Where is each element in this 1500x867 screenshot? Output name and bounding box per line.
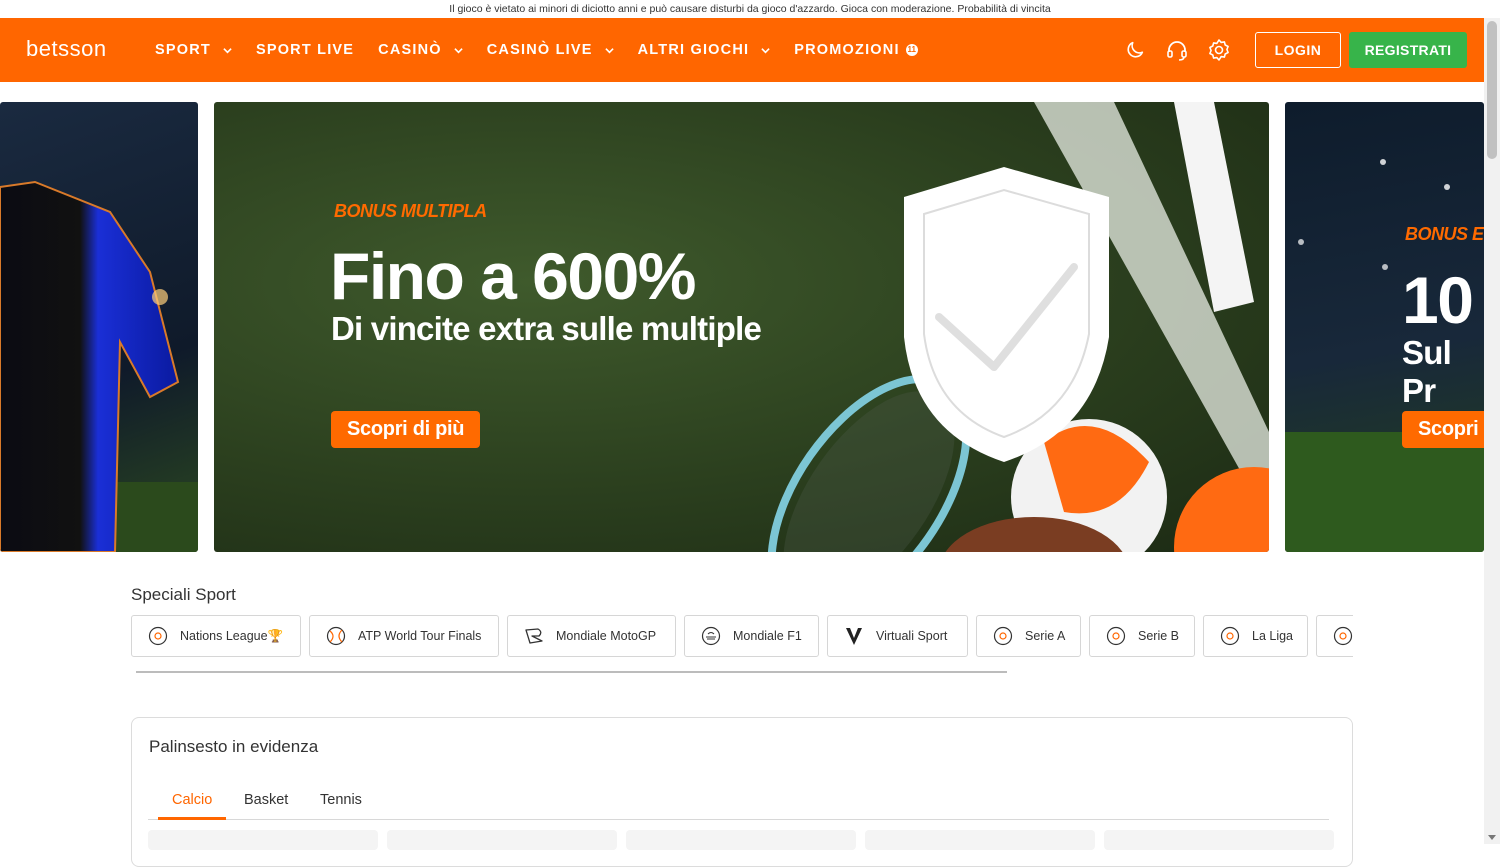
chip-label: Nations League🏆 [180,628,284,643]
football-icon [993,626,1013,646]
event-card[interactable] [626,830,856,850]
chip-nations-league[interactable]: Nations League🏆 [131,615,301,657]
nav-casino-live[interactable]: CASINÒ LIVE [487,42,614,58]
nav-casino-label: CASINÒ [378,42,442,58]
chevron-down-icon [604,47,614,53]
palinsesto-card: Palinsesto in evidenza Calcio Basket Ten… [131,717,1353,867]
nav-promozioni[interactable]: PROMOZIONI 11 [794,42,918,58]
chevron-down-icon [761,47,770,53]
event-card[interactable] [148,830,378,850]
chevron-down-icon [454,47,463,53]
settings-icon[interactable] [1204,35,1234,65]
hero-next-headline: 10 [1402,263,1474,337]
age-disclaimer-bar: Il gioco è vietato ai minori di diciotto… [0,0,1500,18]
chips-scroll-track[interactable] [136,671,1007,673]
nav-casino[interactable]: CASINÒ [378,42,463,58]
nav-casino-live-label: CASINÒ LIVE [486,42,593,58]
chevron-down-icon [223,47,232,53]
chip-mondiale-f1[interactable]: Mondiale F1 [684,615,819,657]
f1-icon [701,626,721,646]
sport-tabs: Calcio Basket Tennis [148,788,1329,820]
hero-next-subline: Sul Pr [1402,334,1452,409]
promo-count-badge: 11 [905,44,918,56]
hero-cta-button[interactable]: Scopri di più [331,411,481,448]
palinsesto-title: Palinsesto in evidenza [149,737,319,756]
chip-atp-world-tour-finals[interactable]: ATP World Tour Finals [309,615,499,657]
hero-headline: Fino a 600% [330,239,696,313]
hero-next-tag: BONUS E [1405,224,1484,244]
hero-next-cta-button[interactable]: Scopri [1402,411,1484,448]
headset-icon[interactable] [1162,35,1192,65]
speciali-sport-chips: Nations League🏆 ATP World Tour Finals Mo… [131,615,1353,657]
football-icon [148,626,168,646]
nav-sport[interactable]: SPORT [155,42,232,58]
hero-slide-next[interactable]: BONUS E 10 Sul Pr Scopri [1285,102,1484,552]
nav-promozioni-label: PROMOZIONI [794,42,900,58]
chip-label: Mondiale MotoGP [556,629,657,643]
speciali-sport-title: Speciali Sport [131,585,236,604]
chip-virtuali-sport[interactable]: Virtuali Sport [827,615,968,657]
football-icon [1106,626,1126,646]
chip-label: Mondiale F1 [733,629,802,643]
header-utility-icons [1120,35,1246,65]
chip-serie-b[interactable]: Serie B [1089,615,1195,657]
virtual-icon [846,628,862,645]
hero-slide-bonus-multipla[interactable]: BONUS MULTIPLA Fino a 600% Di vincite ex… [214,102,1269,552]
event-card[interactable] [387,830,617,850]
chip-label: Serie B [1138,629,1179,643]
football-icon [1333,626,1353,646]
nav-sport-live[interactable]: SPORT LIVE [256,42,354,58]
football-icon [1220,626,1240,646]
tab-basket[interactable]: Basket [244,792,288,820]
event-card[interactable] [865,830,1095,850]
nav-altri-giochi[interactable]: ALTRI GIOCHI [638,42,771,58]
scroll-thumb[interactable] [1487,21,1497,159]
nav-altri-giochi-label: ALTRI GIOCHI [637,42,750,58]
nav-sport-live-label: SPORT LIVE [255,42,355,58]
motorbike-icon [525,628,543,644]
scroll-down-arrow-icon[interactable] [1488,835,1496,840]
hero-slide-previous[interactable] [0,102,198,552]
chip-la-liga[interactable]: La Liga [1203,615,1308,657]
event-card[interactable] [1104,830,1334,850]
betsson-logo[interactable]: betsson [26,36,107,62]
hero-subline: Di vincite extra sulle multiple [331,310,762,347]
main-nav: SPORT SPORT LIVE CASINÒ CASINÒ LIVE ALTR… [155,18,942,82]
tab-tennis[interactable]: Tennis [320,792,362,820]
football-shirt-image [0,180,198,552]
tennis-icon [326,626,346,646]
hero-tag: BONUS MULTIPLA [334,201,487,221]
login-button[interactable]: LOGIN [1255,32,1341,68]
top-header: betsson SPORT SPORT LIVE CASINÒ CASINÒ L… [0,18,1484,82]
chip-label: Serie A [1025,629,1066,643]
tab-calcio[interactable]: Calcio [158,792,227,820]
nav-sport-label: SPORT [155,42,211,58]
chip-label: La Liga [1252,629,1294,643]
page-scrollbar[interactable] [1484,18,1500,844]
register-button[interactable]: REGISTRATI [1349,32,1467,68]
chip-mondiale-motogp[interactable]: Mondiale MotoGP [507,615,676,657]
chip-label: Virtuali Sport [876,629,948,643]
moon-icon[interactable] [1120,35,1150,65]
chip-more[interactable] [1316,615,1353,657]
chip-serie-a[interactable]: Serie A [976,615,1081,657]
chip-label: ATP World Tour Finals [358,629,482,643]
